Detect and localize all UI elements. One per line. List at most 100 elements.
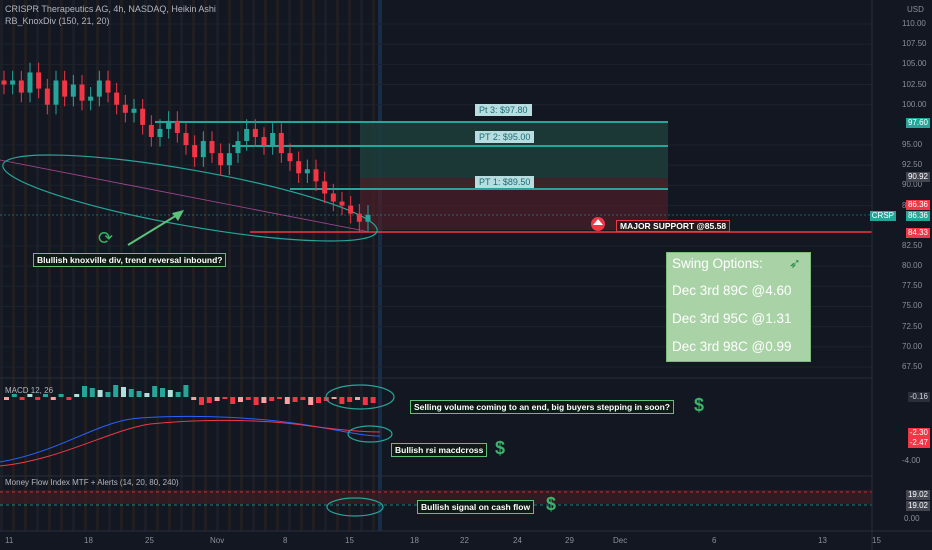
mfi-label[interactable]: Money Flow Index MTF + Alerts (14, 20, 8…: [5, 478, 179, 487]
candle-body: [114, 92, 120, 105]
cash-flow-note: Bullish signal on cash flow: [417, 500, 535, 514]
candle-body: [365, 214, 371, 222]
macd-bar: [144, 393, 150, 397]
price-tick: 82.50: [902, 240, 923, 250]
candle-body: [322, 181, 328, 194]
macd-bar: [58, 394, 64, 397]
macd-bar: [284, 397, 290, 404]
candle-body: [44, 88, 50, 105]
macd-bar: [191, 397, 197, 400]
dollar-icon: $: [546, 494, 557, 514]
session-stripe: [378, 0, 382, 531]
macd-label[interactable]: MACD 12, 26: [5, 386, 53, 395]
candle-body: [122, 104, 128, 113]
candle-body: [174, 120, 180, 133]
swing-options-box: Swing Options: ➶ Dec 3rd 89C @4.60 Dec 3…: [666, 252, 811, 362]
symbol-title[interactable]: CRISPR Therapeutics AG, 4h, NASDAQ, Heik…: [5, 4, 216, 14]
time-tick: 8: [283, 536, 288, 545]
macd-bar: [89, 388, 95, 397]
tag-pt1: 90.92: [905, 172, 930, 182]
session-stripe: [276, 0, 279, 531]
chart-window[interactable]: { "header": { "symbol_line": "CRISPR The…: [0, 0, 932, 550]
indicator-title[interactable]: RB_KnoxDiv (150, 21, 20): [5, 16, 110, 26]
candle-body: [27, 72, 33, 93]
macd-bar: [175, 392, 181, 397]
macd-bar: [50, 397, 56, 400]
candle-body: [79, 84, 85, 101]
candle-body: [339, 201, 345, 206]
price-tick: 110.00: [902, 19, 926, 28]
price-tick: 75.00: [902, 301, 923, 311]
tag-macd: -2.47: [907, 438, 930, 448]
time-tick: 29: [565, 536, 574, 545]
tag-last: 86.36: [905, 211, 930, 221]
macd-bar: [199, 397, 204, 405]
session-stripe: [324, 0, 327, 531]
macd-bar: [300, 397, 306, 400]
candle-body: [105, 80, 111, 93]
refresh-icon: ⟳: [98, 228, 113, 249]
dollar-icon: $: [694, 395, 705, 415]
candle-body: [36, 72, 42, 89]
session-stripe: [300, 0, 303, 531]
macd-line: [0, 415, 381, 463]
candle-body: [252, 128, 258, 137]
tag-mfi-2: 19.02: [905, 501, 930, 511]
macd-bar: [253, 397, 259, 405]
tag-support: 84.33: [905, 228, 930, 238]
macd-bar: [105, 392, 111, 397]
candle-body: [62, 80, 68, 97]
pt1-label: PT 1: $89.50: [475, 176, 535, 188]
tag-macd-hist: -0.16: [907, 392, 930, 402]
time-tick: Dec: [613, 536, 628, 545]
price-tick: 102.50: [902, 79, 927, 89]
currency-label: USD: [907, 5, 924, 14]
macd-bar: [292, 397, 298, 402]
price-tick: 80.00: [902, 261, 923, 271]
macd-bar: [167, 390, 173, 397]
time-tick: 18: [84, 536, 93, 545]
time-tick: 15: [345, 536, 354, 545]
session-stripe: [372, 0, 375, 531]
mfi-tick: 0.00: [904, 514, 920, 523]
macd-bar: [121, 387, 126, 397]
macd-bar: [152, 386, 158, 397]
swing-line: Dec 3rd 89C @4.60: [672, 283, 792, 298]
candle-body: [157, 128, 163, 137]
candle-body: [244, 128, 250, 142]
time-tick: 18: [410, 536, 419, 545]
candles: [1, 62, 371, 232]
candle-body: [10, 80, 16, 85]
candle-body: [131, 108, 137, 113]
time-tick: Nov: [210, 536, 225, 545]
macd-bar: [35, 397, 41, 400]
time-tick: 24: [513, 536, 522, 545]
cross-circle: [347, 425, 393, 443]
swing-line: Dec 3rd 95C @1.31: [672, 311, 792, 326]
time-tick: 6: [712, 536, 717, 545]
tag-symbol: CRSP: [869, 211, 896, 221]
time-tick: 25: [145, 536, 154, 545]
session-stripe: [0, 0, 3, 531]
macd-tick: -4.00: [902, 456, 921, 465]
price-tick: 67.50: [902, 362, 923, 371]
macd-bar: [362, 397, 368, 405]
tag-mfi: 19.02: [905, 490, 930, 500]
macd-bar: [331, 397, 337, 399]
tag-pt3: 97.60: [905, 118, 930, 128]
tag-high: 86.36: [905, 200, 930, 210]
signal-line: [0, 419, 381, 467]
macd-bar: [230, 397, 236, 404]
dollar-icon: $: [495, 438, 506, 458]
macd-bar: [339, 397, 345, 404]
swing-line: Dec 3rd 98C @0.99: [672, 339, 792, 354]
macd-bar: [160, 388, 165, 397]
candle-body: [348, 205, 354, 214]
macd-bar: [4, 397, 9, 400]
candle-body: [313, 169, 319, 182]
macd-bar: [206, 397, 212, 403]
price-tick: 107.50: [902, 39, 927, 49]
session-stripe: [240, 0, 243, 531]
candle-body: [166, 120, 172, 129]
session-stripe: [336, 0, 339, 531]
